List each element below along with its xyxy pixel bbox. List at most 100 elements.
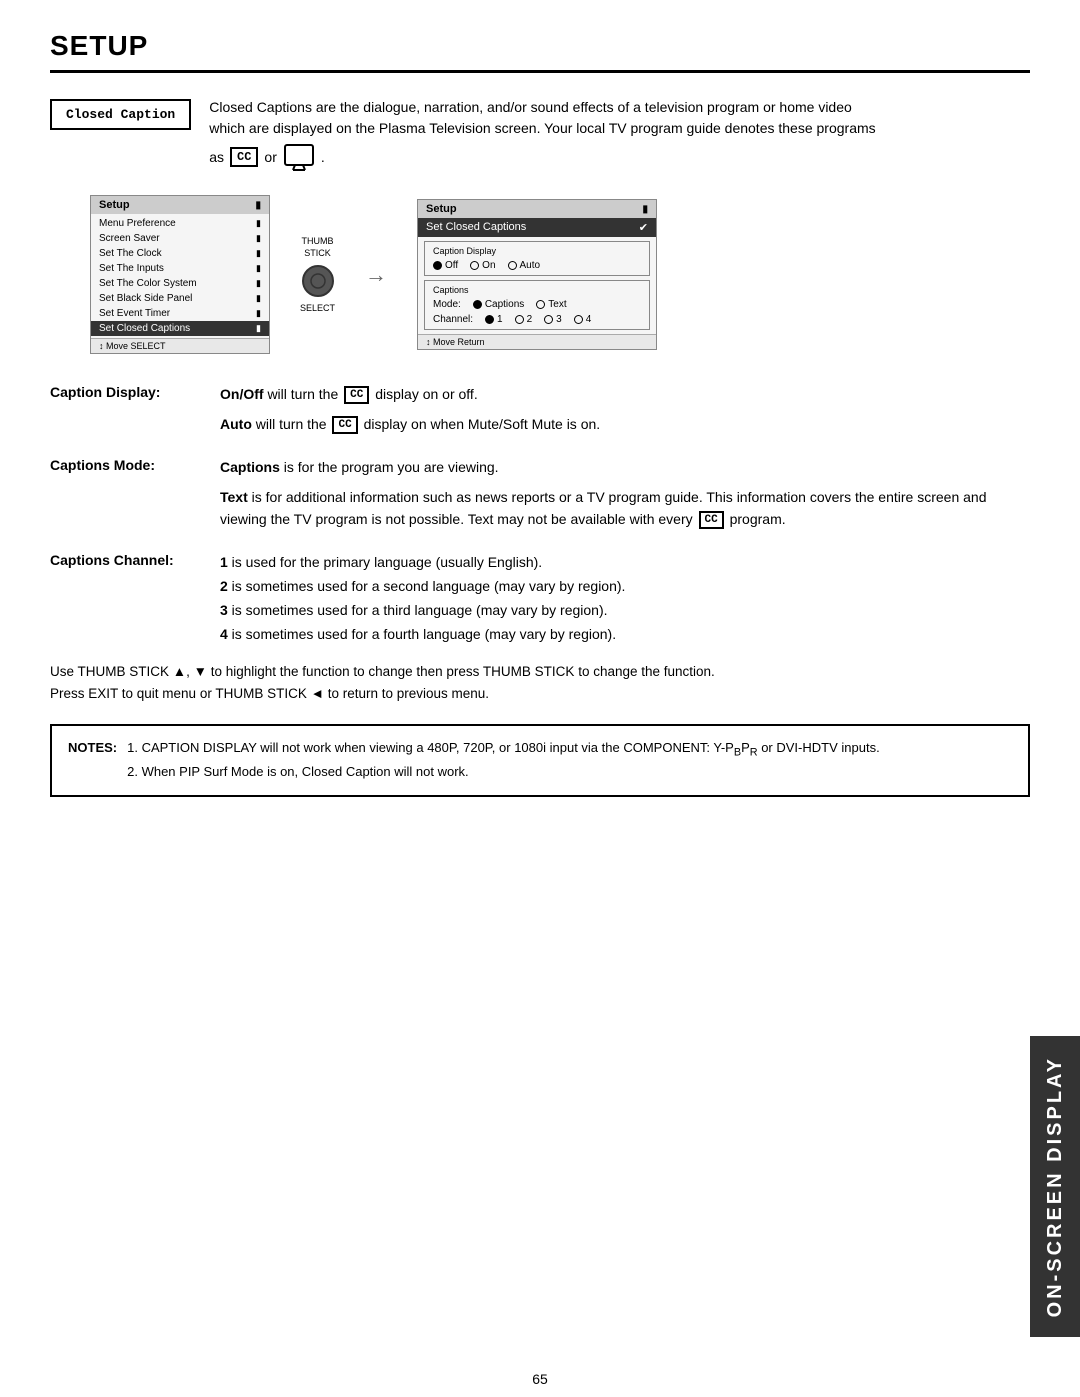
- menu1-title-bar: Setup ▮: [91, 196, 269, 214]
- ch-1-circle: [485, 315, 494, 324]
- cc-badge-text: CC: [699, 511, 724, 529]
- cc-description: Closed Captions are the dialogue, narrat…: [209, 97, 875, 171]
- mode-captions-circle: [473, 300, 482, 309]
- captions-channel-desc-row: Captions Channel: 1 is used for the prim…: [50, 552, 1030, 647]
- cc-badge-onoff: CC: [344, 386, 369, 404]
- captions-channel-row: Channel: 1 2 3: [433, 314, 641, 325]
- auto-bold: Auto: [220, 416, 252, 432]
- menu1-footer: ↕ Move SELECT: [91, 338, 269, 353]
- menu-item-label-0: Menu Preference: [99, 218, 176, 229]
- mode-text: Text: [536, 299, 566, 310]
- radio-auto-label: Auto: [520, 260, 541, 271]
- ch-4-circle: [574, 315, 583, 324]
- menu-item-label-6: Set Event Timer: [99, 308, 170, 319]
- sub-R: R: [750, 747, 758, 759]
- radio-on-label: On: [482, 260, 495, 271]
- notes-label-text: NOTES:: [68, 738, 117, 783]
- page-container: SETUP Closed Caption Closed Captions are…: [0, 0, 1080, 1397]
- menu-item-arrow-7: ▮: [256, 323, 261, 334]
- menu2-title: Setup: [426, 203, 457, 215]
- menu-item-arrow-5: ▮: [256, 293, 261, 304]
- auto-suffix2: display on when Mute/Soft Mute is on.: [364, 416, 601, 432]
- mode-text-label: Text: [548, 299, 566, 310]
- cc-badge-auto: CC: [332, 416, 357, 434]
- menu2-arrow: ▮: [643, 204, 649, 215]
- channel-label: Channel:: [433, 314, 473, 325]
- cc-badge-icon: CC: [230, 147, 258, 167]
- mode-label: Mode:: [433, 299, 461, 310]
- cc-intro: Closed Caption Closed Captions are the d…: [50, 97, 1030, 171]
- ch-2: 2: [515, 314, 533, 325]
- captions-mode-content: Captions is for the program you are view…: [220, 457, 1030, 538]
- ch-2-label: 2: [527, 314, 533, 325]
- ch-3-label: 3: [556, 314, 562, 325]
- nav-line2: Press EXIT to quit menu or THUMB STICK ◄…: [50, 683, 1030, 705]
- auto-suffix: will turn the: [256, 416, 331, 432]
- channel-list: 1 is used for the primary language (usua…: [220, 552, 1030, 645]
- menu-item-label-3: Set The Inputs: [99, 263, 164, 274]
- text-suffix: is for additional information such as ne…: [220, 489, 987, 527]
- menu-screenshots: Setup ▮ Menu Preference ▮ Screen Saver ▮…: [90, 195, 1030, 354]
- menu-item-6: Set Event Timer ▮: [91, 306, 269, 321]
- radio-off-circle: [433, 261, 442, 270]
- on-off-bold: On/Off: [220, 386, 264, 402]
- ch-3: 3: [544, 314, 562, 325]
- caption-display-section: Caption Display Off On Auto: [424, 241, 650, 276]
- menu1-title-arrow: ▮: [255, 200, 261, 211]
- select-button: [302, 265, 334, 297]
- menu2-footer: ↕ Move Return: [418, 334, 656, 349]
- select-label: SELECT: [300, 303, 335, 313]
- radio-off-label: Off: [445, 260, 458, 271]
- text-line: Text is for additional information such …: [220, 487, 1030, 530]
- page-number: 65: [0, 1355, 1080, 1397]
- side-label-text: ON-SCREEN DISPLAY: [1044, 1056, 1067, 1317]
- caption-display-options: Off On Auto: [433, 260, 641, 271]
- caption-display-label: Caption Display:: [50, 384, 220, 400]
- mode-text-circle: [536, 300, 545, 309]
- menu-item-arrow-0: ▮: [256, 218, 261, 229]
- sub-B: B: [734, 747, 741, 759]
- cc-period: .: [321, 147, 325, 168]
- menu-item-0: Menu Preference ▮: [91, 216, 269, 231]
- menu-box-1: Setup ▮ Menu Preference ▮ Screen Saver ▮…: [90, 195, 270, 354]
- captions-line: Captions is for the program you are view…: [220, 457, 1030, 479]
- channel-item-3: 4 is sometimes used for a fourth languag…: [220, 624, 1030, 646]
- radio-auto: Auto: [508, 260, 541, 271]
- menu1-title: Setup: [99, 199, 130, 211]
- menu2-subtitle-check: ✔: [639, 221, 648, 234]
- right-arrow-symbol: →: [365, 262, 387, 288]
- radio-on-circle: [470, 261, 479, 270]
- menu2-subtitle-bar: Set Closed Captions ✔: [418, 218, 656, 237]
- nav-line1: Use THUMB STICK ▲, ▼ to highlight the fu…: [50, 661, 1030, 683]
- tv-icon: [283, 143, 315, 171]
- captions-section-title: Captions: [433, 285, 641, 295]
- cc-label-box: Closed Caption: [50, 99, 191, 130]
- cc-desc-line1: Closed Captions are the dialogue, narrat…: [209, 99, 852, 115]
- captions-mode-row: Mode: Captions Text: [433, 299, 641, 310]
- notes-items: 1. CAPTION DISPLAY will not work when vi…: [127, 738, 1012, 783]
- main-content: SETUP Closed Caption Closed Captions are…: [0, 0, 1080, 1355]
- side-label: ON-SCREEN DISPLAY: [1030, 1036, 1080, 1337]
- menu-item-3: Set The Inputs ▮: [91, 261, 269, 276]
- menu-item-arrow-4: ▮: [256, 278, 261, 289]
- captions-bold: Captions: [220, 459, 280, 475]
- ch-4-label: 4: [586, 314, 592, 325]
- ch-1-label: 1: [497, 314, 503, 325]
- descriptions: Caption Display: On/Off will turn the CC…: [50, 384, 1030, 647]
- cc-desc-line2: which are displayed on the Plasma Televi…: [209, 120, 875, 136]
- ch-3-circle: [544, 315, 553, 324]
- on-off-line: On/Off will turn the CC display on or of…: [220, 384, 1030, 406]
- cc-or-text: or: [264, 147, 276, 168]
- thumb-stick-label: THUMBSTICK: [302, 236, 334, 259]
- captions-mode-desc-row: Captions Mode: Captions is for the progr…: [50, 457, 1030, 538]
- menu-item-4: Set The Color System ▮: [91, 276, 269, 291]
- text-bold: Text: [220, 489, 248, 505]
- menu-item-7-selected: Set Closed Captions ▮: [91, 321, 269, 336]
- menu-item-arrow-3: ▮: [256, 263, 261, 274]
- radio-on: On: [470, 260, 495, 271]
- captions-channel-label: Captions Channel:: [50, 552, 220, 568]
- cc-as-text: as: [209, 147, 224, 168]
- notes-content: NOTES: 1. CAPTION DISPLAY will not work …: [68, 738, 1012, 783]
- auto-line: Auto will turn the CC display on when Mu…: [220, 414, 1030, 436]
- mode-captions-label: Captions: [485, 299, 524, 310]
